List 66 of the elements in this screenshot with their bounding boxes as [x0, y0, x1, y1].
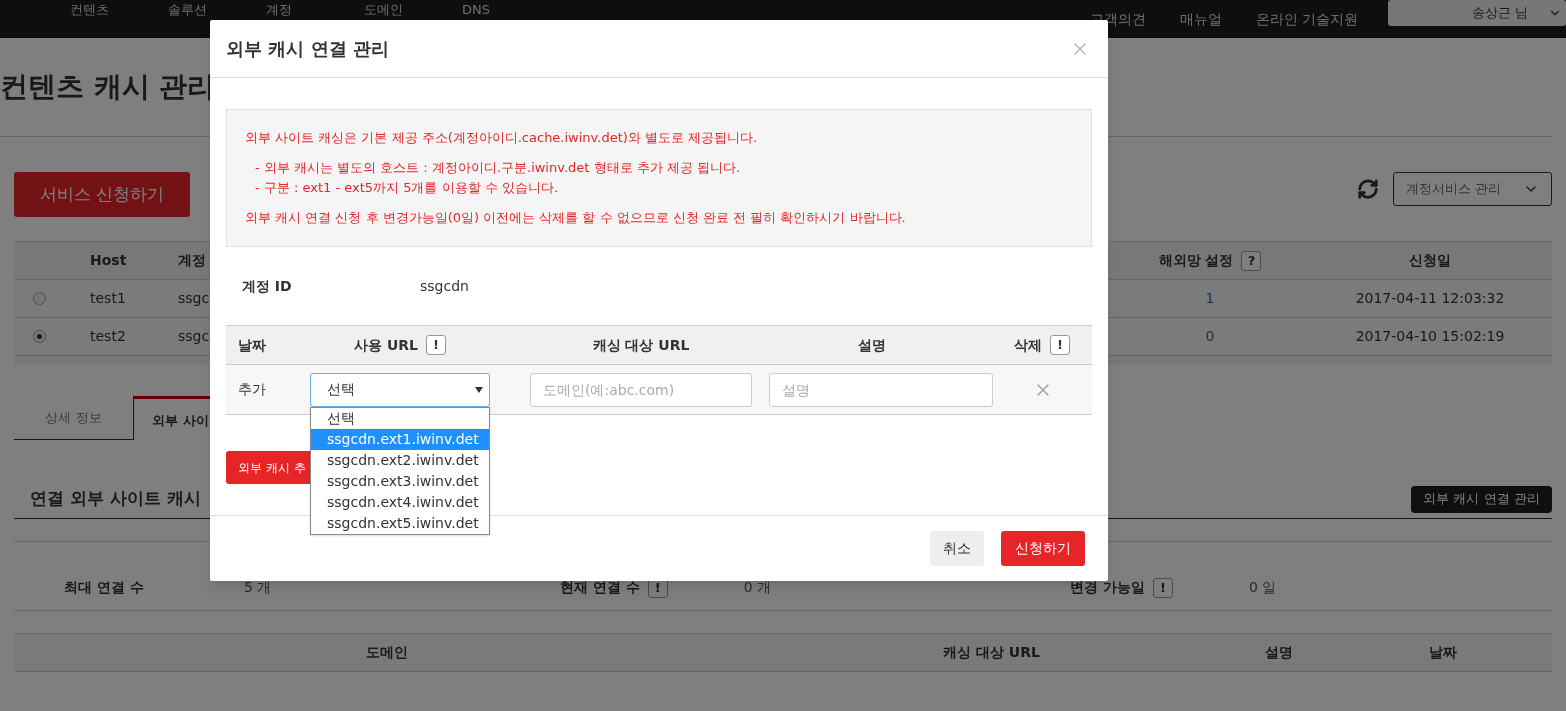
notice-text: - 구분 : ext1 - ext5까지 5개를 이용할 수 있습니다. [254, 179, 560, 197]
dropdown-option[interactable]: ssgcdn.ext5.iwinv.det [311, 512, 489, 534]
overseas-link[interactable]: 0 [1205, 328, 1215, 344]
notice-text: 외부 사이트 캐싱은 기본 제공 주소(계정아이디.cache.iwinv.det)와 별도로 제공됩니다. [245, 129, 759, 147]
nav-link[interactable]: 계정 [254, 1, 352, 18]
stat-value: 5 개 [244, 578, 272, 597]
table-cell-text: test2 [89, 327, 127, 346]
column-header: 해외망 설정 [1158, 251, 1234, 270]
caret-icon [475, 386, 483, 393]
nav-link[interactable]: 온라인 기술지원 [1255, 8, 1358, 30]
user-menu[interactable]: 송상근 님 [1388, 0, 1566, 26]
field-label: 계정 ID [241, 276, 293, 296]
apply-button[interactable]: 서비스 신청하기 [14, 172, 190, 217]
nav-link[interactable]: 매뉴얼 [1179, 8, 1222, 30]
submit-button[interactable]: 신청하기 [1001, 531, 1085, 566]
table-cell-text: ssgc [177, 327, 210, 346]
table-cell-text: test1 [89, 289, 127, 308]
row-label: 추가 [237, 380, 267, 399]
nav-link[interactable]: 컨텐츠 [58, 1, 156, 18]
stat-label: 현재 연결 수 [559, 578, 640, 597]
column-header: 삭제 [1014, 335, 1042, 355]
column-header: 캐싱 대상 URL [942, 643, 1041, 662]
field-value: ssgcdn [420, 276, 469, 296]
manage-button[interactable]: 외부 캐시 연결 관리 [1411, 485, 1552, 513]
description-input[interactable]: 설명 [769, 372, 993, 407]
dropdown-option[interactable]: ssgcdn.ext1.iwinv.det [311, 428, 489, 450]
radio-button[interactable] [32, 292, 46, 305]
stat-label: 변경 가능일 [1069, 578, 1145, 597]
column-header: 날짜 [238, 336, 266, 353]
nav-link[interactable]: 솔루션 [156, 1, 254, 18]
hint-icon[interactable]: ! [1152, 577, 1173, 598]
service-select[interactable]: 계정서비스 관리 [1393, 172, 1552, 206]
dropdown-option[interactable]: ssgcdn.ext4.iwinv.det [311, 491, 489, 513]
refresh-icon[interactable] [1357, 178, 1379, 200]
hint-icon[interactable]: ! [1050, 335, 1070, 355]
tab[interactable]: 상세 정보 [14, 396, 133, 440]
radio-button[interactable] [32, 330, 46, 343]
nav-link[interactable]: 도메인 [352, 1, 450, 18]
table-cell-text: ssgc [177, 289, 210, 308]
section-title: 연결 외부 사이트 캐시 [29, 487, 201, 511]
cancel-button[interactable]: 취소 [930, 531, 984, 566]
dropdown-option[interactable]: 선택 [311, 407, 489, 429]
nav-link[interactable]: DNS [450, 1, 548, 18]
hint-icon[interactable]: ! [425, 335, 446, 355]
table-cell-text: 2017-04-11 12:03:32 [1354, 289, 1506, 308]
column-header: 날짜 [1428, 643, 1458, 662]
column-header: 설명 [858, 335, 886, 355]
column-header: 캐싱 대상 URL [592, 335, 690, 355]
modal-title: 외부 캐시 연결 관리 [226, 37, 389, 61]
stat-value: 0 개 [743, 578, 772, 597]
overseas-link[interactable]: 1 [1205, 290, 1215, 306]
page-title: 컨텐츠 캐시 관리 [0, 69, 216, 105]
notice-text: 외부 캐시 연결 신청 후 변경가능일(0일) 이전에는 삭제를 할 수 없으므로 신청 완료 전 필히 확인하시기 바랍니다. [245, 209, 907, 227]
url-select[interactable]: 선택 [310, 372, 490, 407]
column-header: 사용 URL [354, 335, 418, 355]
column-header: 계정 [177, 251, 207, 270]
domain-input[interactable]: 도메인(예:abc.com) [530, 372, 752, 407]
column-header: 신청일 [1408, 251, 1452, 270]
notice-text: - 외부 캐시는 별도의 호스트 : 계정아이디.구분.iwinv.det 형태로 추가 제공 됩니다. [254, 159, 742, 177]
stat-value: 0 일 [1248, 578, 1277, 597]
stat-label: 최대 연결 수 [63, 578, 145, 597]
table-cell-text: 2017-04-10 15:02:19 [1354, 327, 1506, 346]
column-header: 설명 [1264, 643, 1294, 662]
column-header: 도메인 [364, 643, 409, 662]
hint-icon[interactable]: ? [1241, 250, 1262, 271]
column-header: Host [89, 251, 128, 270]
